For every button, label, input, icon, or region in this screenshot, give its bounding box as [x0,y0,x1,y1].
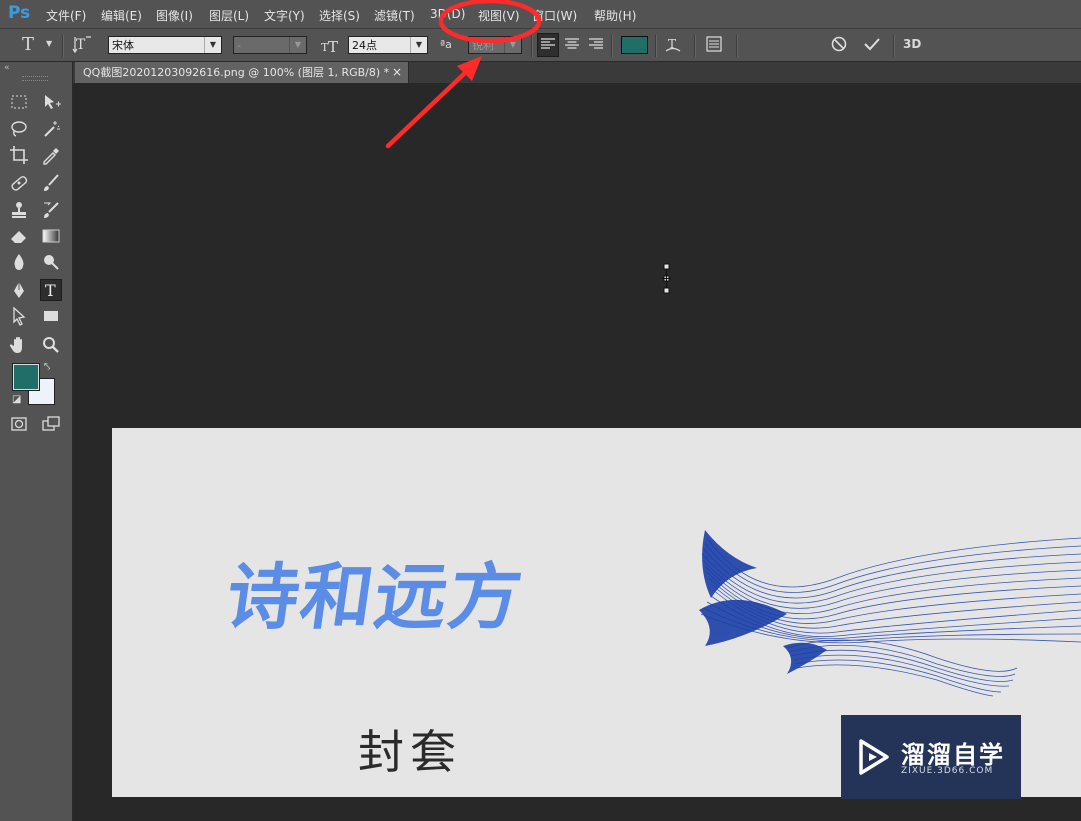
font-family-value: 宋体 [112,39,134,52]
antialias-icon: ªa [440,38,452,51]
watermark-subtitle: ZIXUE.3D66.COM [901,766,994,776]
svg-text:T: T [328,38,338,55]
font-size-select[interactable]: 24点 ▼ [348,36,428,54]
crop-tool-icon[interactable] [8,144,30,166]
history-brush-tool-icon[interactable] [40,199,62,221]
text-cursor-icon [662,263,671,294]
swap-colors-icon[interactable]: ⤣ [44,360,50,374]
eraser-tool-icon[interactable] [8,225,30,247]
close-tab-icon[interactable]: × [392,62,402,83]
lasso-tool-icon[interactable] [8,118,30,140]
chevron-down-icon: ▼ [204,37,221,53]
blue-wave-graphic [699,530,1081,697]
healing-brush-tool-icon[interactable] [8,172,30,194]
blur-tool-icon[interactable] [8,251,30,273]
foreground-color-swatch[interactable] [12,363,40,391]
chevron-down-icon: ▼ [289,37,306,53]
font-size-value: 24点 [352,39,377,52]
document-tab-bar: QQ截图20201203092616.png @ 100% (图层 1, RGB… [73,62,1081,83]
watermark-badge: 溜溜自学 ZIXUE.3D66.COM [841,715,1021,799]
type-tool-preset-icon[interactable]: T [22,34,34,55]
tools-panel: « T ⤣ ◪ [0,62,73,821]
text-color-swatch[interactable] [621,36,648,54]
align-left-icon[interactable] [537,33,559,57]
quick-mask-icon[interactable] [8,413,30,435]
character-panel-icon[interactable] [704,34,724,57]
antialias-value: 锐利 [472,39,494,52]
options-bar: T ▼ T 宋体 ▼ - ▼ TT 24点 ▼ ªa 锐利 ▼ T 3D [0,29,1081,62]
play-logo-icon [859,739,889,775]
menu-window[interactable]: 窗口(W) [532,7,577,24]
svg-text:T: T [76,37,86,53]
document-tab[interactable]: QQ截图20201203092616.png @ 100% (图层 1, RGB… [75,62,409,83]
marquee-tool-icon[interactable] [8,91,30,113]
menu-layer[interactable]: 图层(L) [209,7,249,24]
warp-text-icon[interactable]: T [663,34,683,57]
chevron-down-icon[interactable]: ▼ [46,39,52,48]
cancel-icon[interactable] [829,34,849,57]
document-tab-title: QQ截图20201203092616.png @ 100% (图层 1, RGB… [83,66,390,79]
orientation-toggle-icon[interactable]: T [72,34,92,57]
type-tool-icon[interactable]: T [40,279,62,301]
font-family-select[interactable]: 宋体 ▼ [108,36,222,54]
photoshop-logo: Ps [8,3,31,23]
menu-view[interactable]: 视图(V) [478,7,520,24]
menu-help[interactable]: 帮助(H) [594,7,636,24]
chevron-down-icon: ▼ [504,37,521,53]
collapse-panel-icon[interactable]: « [4,63,10,73]
brush-tool-icon[interactable] [40,172,62,194]
cover-text: 封套 [358,725,462,779]
font-size-icon: TT [320,35,342,58]
magic-wand-tool-icon[interactable] [40,118,62,140]
screen-mode-icon[interactable] [40,413,62,435]
clone-stamp-tool-icon[interactable] [8,199,30,221]
hand-tool-icon[interactable] [8,334,30,356]
default-colors-icon[interactable]: ◪ [12,394,21,405]
threed-icon[interactable]: 3D [903,37,921,51]
poem-title-text: 诗和远方 [221,554,530,639]
font-style-value: - [237,39,241,52]
menu-bar: Ps 文件(F) 编辑(E) 图像(I) 图层(L) 文字(Y) 选择(S) 滤… [0,0,1081,29]
svg-text:T: T [45,281,56,300]
gradient-tool-icon[interactable] [40,225,62,247]
move-tool-icon[interactable] [40,91,62,113]
rectangle-tool-icon[interactable] [40,305,62,327]
menu-type[interactable]: 文字(Y) [264,7,305,24]
chevron-down-icon: ▼ [410,37,427,53]
menu-3d[interactable]: 3D(D) [430,7,465,21]
commit-check-icon[interactable] [862,34,882,57]
pen-tool-icon[interactable] [8,279,30,301]
menu-file[interactable]: 文件(F) [46,7,86,24]
path-selection-tool-icon[interactable] [8,305,30,327]
antialias-select[interactable]: 锐利 ▼ [468,36,522,54]
font-style-select[interactable]: - ▼ [233,36,307,54]
panel-grip[interactable] [22,76,48,81]
menu-edit[interactable]: 编辑(E) [101,7,142,24]
menu-image[interactable]: 图像(I) [156,7,193,24]
watermark-title: 溜溜自学 [901,741,1005,769]
align-right-icon[interactable] [586,34,606,57]
menu-select[interactable]: 选择(S) [319,7,360,24]
align-center-icon[interactable] [562,34,582,57]
dodge-tool-icon[interactable] [40,251,62,273]
eyedropper-tool-icon[interactable] [40,144,62,166]
zoom-tool-icon[interactable] [40,334,62,356]
menu-filter[interactable]: 滤镜(T) [374,7,415,24]
